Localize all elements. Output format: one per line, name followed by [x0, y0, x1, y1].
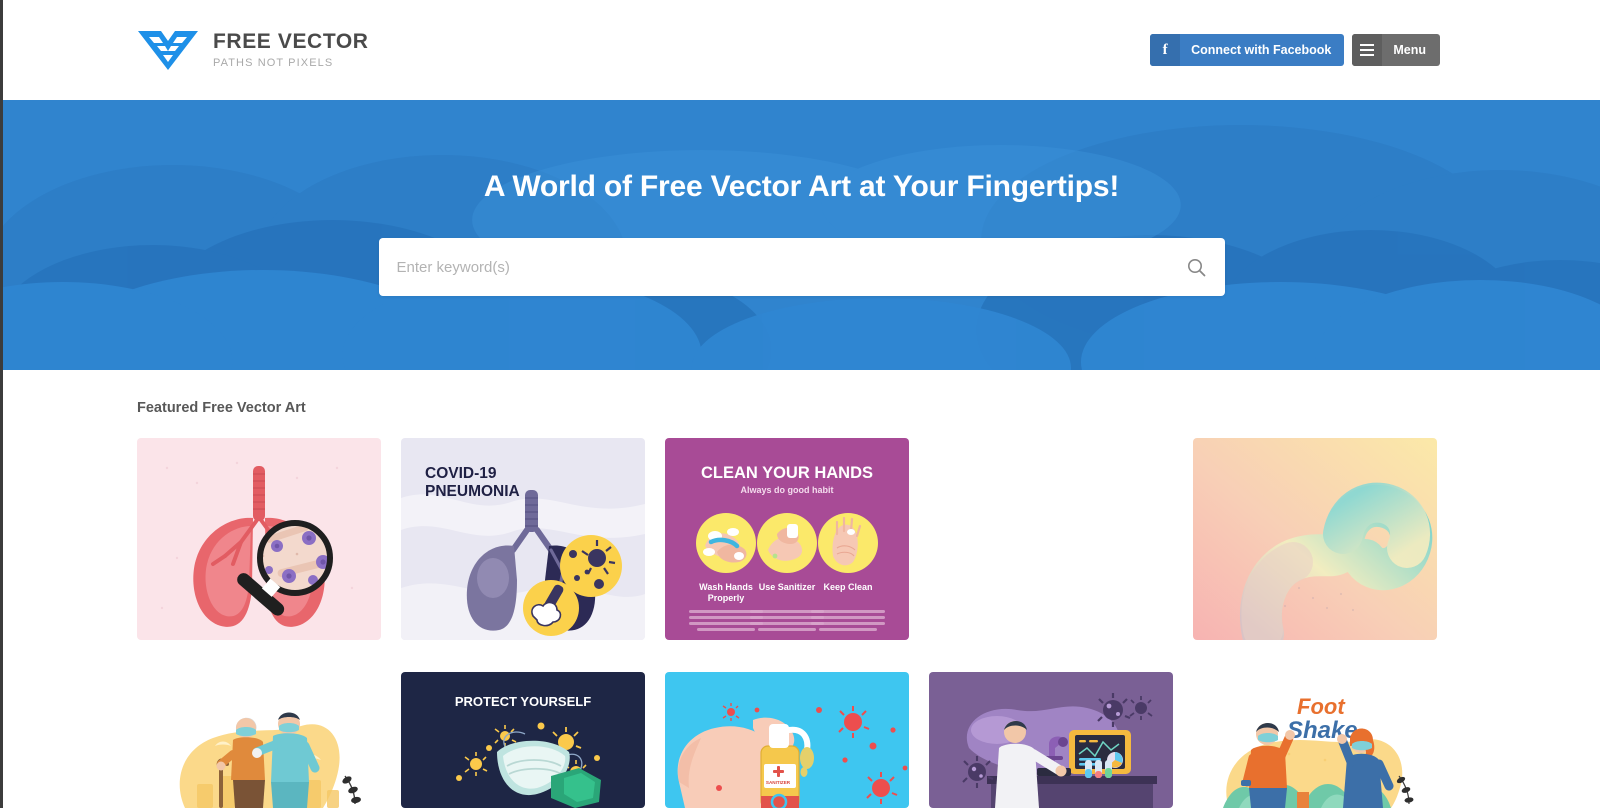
hero-title: A World of Free Vector Art at Your Finge… — [483, 170, 1120, 203]
vector-card-empty-slot — [929, 438, 1173, 640]
menu-button-label: Menu — [1393, 43, 1426, 57]
featured-section-title: Featured Free Vector Art — [137, 400, 306, 416]
free-vector-logo-icon — [138, 31, 198, 70]
brand-logo[interactable]: FREE VECTOR PATHS NOT PIXELS — [137, 28, 369, 72]
clean-your-hands-poster: CLEAN YOUR HANDS Always do good habit Wa — [665, 438, 909, 640]
foot-shake-word2: Shake — [1287, 717, 1358, 744]
poster-title: CLEAN YOUR HANDS — [701, 464, 873, 482]
svg-text:Properly: Properly — [708, 593, 745, 603]
svg-text:Wash Hands: Wash Hands — [699, 582, 753, 592]
poster-subtitle: Always do good habit — [740, 485, 833, 495]
svg-text:Keep Clean: Keep Clean — [823, 582, 872, 592]
search-input[interactable] — [378, 238, 1225, 296]
brand-tagline: PATHS NOT PIXELS — [213, 56, 334, 69]
hero-banner: A World of Free Vector Art at Your Finge… — [3, 100, 1600, 370]
vector-card-lungs-magnifier[interactable] — [137, 438, 381, 640]
elderly-care-illustration — [137, 672, 381, 808]
foot-shake-word1: Foot — [1297, 694, 1346, 719]
covid-pneumonia-illustration: COVID-19 PNEUMONIA — [401, 438, 645, 640]
svg-text:Use Sanitizer: Use Sanitizer — [759, 582, 816, 592]
facebook-f-icon: f — [1150, 34, 1181, 66]
vector-card-protect-yourself[interactable]: PROTECT YOURSELF — [401, 672, 645, 808]
protect-yourself-title: PROTECT YOURSELF — [455, 694, 591, 709]
hamburger-menu-icon — [1352, 34, 1383, 66]
protect-yourself-illustration: PROTECT YOURSELF — [401, 672, 645, 808]
featured-grid-row-2: PROTECT YOURSELF SANITIZER Foot Shake — [137, 672, 1437, 808]
featured-section: Featured Free Vector Art COVID-19 PNEUMO… — [3, 370, 1600, 808]
featured-grid-row-1: COVID-19 PNEUMONIA CLEAN YOUR HANDS Alwa… — [137, 438, 1437, 640]
search-icon — [1188, 258, 1206, 276]
search-submit-button[interactable] — [1179, 249, 1215, 285]
header-actions: f Connect with Facebook Menu — [1150, 34, 1440, 66]
svg-text:SANITIZER: SANITIZER — [766, 780, 791, 785]
foot-shake-illustration: Foot Shake — [1193, 672, 1437, 808]
search-bar — [378, 238, 1225, 296]
lab-scientist-illustration — [929, 672, 1173, 808]
vector-card-abstract-gradient[interactable] — [1193, 438, 1437, 640]
menu-button[interactable]: Menu — [1352, 34, 1440, 66]
vector-card-covid-pneumonia[interactable]: COVID-19 PNEUMONIA — [401, 438, 645, 640]
brand-name: FREE VECTOR — [213, 30, 369, 54]
page-root: FREE VECTOR PATHS NOT PIXELS f Connect w… — [0, 0, 1600, 808]
vector-card-hand-sanitizer[interactable]: SANITIZER — [665, 672, 909, 808]
lungs-magnifier-illustration — [137, 438, 381, 640]
hero-content: A World of Free Vector Art at Your Finge… — [3, 100, 1600, 370]
vector-card-clean-your-hands[interactable]: CLEAN YOUR HANDS Always do good habit Wa — [665, 438, 909, 640]
vector-card-lab-scientist[interactable] — [929, 672, 1173, 808]
hand-sanitizer-illustration: SANITIZER — [665, 672, 909, 808]
covid-caption-line1: COVID-19 — [425, 465, 497, 482]
facebook-button-label: Connect with Facebook — [1191, 43, 1332, 57]
vector-card-elderly-care[interactable] — [137, 672, 381, 808]
covid-caption-line2: PNEUMONIA — [425, 483, 520, 500]
brand-text: FREE VECTOR PATHS NOT PIXELS — [213, 30, 369, 69]
abstract-gradient-illustration — [1193, 438, 1437, 640]
connect-with-facebook-button[interactable]: f Connect with Facebook — [1150, 34, 1345, 66]
vector-card-foot-shake[interactable]: Foot Shake — [1193, 672, 1437, 808]
site-header: FREE VECTOR PATHS NOT PIXELS f Connect w… — [3, 0, 1600, 100]
